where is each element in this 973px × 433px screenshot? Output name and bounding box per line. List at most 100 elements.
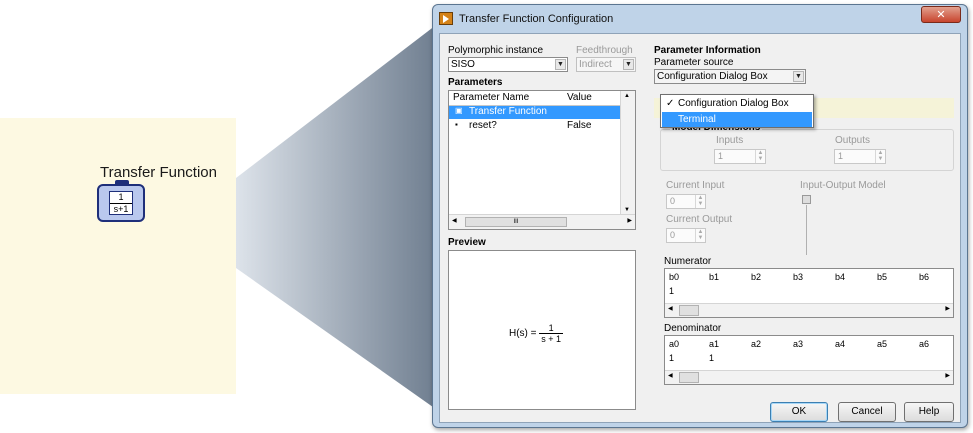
option-label: Configuration Dialog Box — [678, 98, 789, 109]
dialog-titlebar[interactable]: Transfer Function Configuration ✕ — [433, 5, 967, 33]
current-output-spinner: 0 ▲ ▼ — [666, 228, 706, 243]
numerator-scrollbar[interactable]: ◀ ▶ — [665, 303, 953, 317]
parameters-heading: Parameters — [448, 77, 503, 88]
outputs-label: Outputs — [835, 135, 871, 146]
spin-arrows-icon: ▲ ▼ — [875, 150, 885, 163]
node-label: Transfer Function — [100, 164, 217, 181]
transfer-function-equation: H(s) = 1 s + 1 — [509, 323, 564, 344]
block-diagram-panel — [0, 118, 236, 394]
polymorphic-value: SISO — [451, 59, 475, 70]
denominator-scrollbar[interactable]: ◀ ▶ — [665, 370, 953, 384]
polymorphic-select[interactable]: SISO ▼ — [448, 57, 568, 72]
denominator-header: a0 — [669, 339, 680, 349]
dropdown-option-config-dialog[interactable]: ✓ Configuration Dialog Box — [662, 96, 812, 111]
parameters-header: Parameter Name Value — [449, 91, 621, 106]
close-button[interactable]: ✕ — [921, 6, 961, 23]
current-input-spinner: 0 ▲ ▼ — [666, 194, 706, 209]
param-value: False — [567, 120, 592, 131]
numerator-header: b2 — [751, 272, 762, 282]
scroll-left-icon: ◀ — [668, 373, 673, 379]
node-numerator: 1 — [118, 192, 124, 202]
current-input-label: Current Input — [666, 180, 725, 191]
config-dialog: Transfer Function Configuration ✕ Polymo… — [432, 4, 968, 428]
spin-arrows-icon: ▲ ▼ — [755, 150, 765, 163]
scroll-left-icon: ◀ — [668, 306, 673, 312]
horizontal-scrollbar[interactable]: ◀ III ▶ — [449, 214, 635, 229]
current-input-value: 0 — [670, 196, 676, 206]
table-row[interactable]: ▪ reset? False — [449, 120, 621, 133]
scroll-right-icon: ▶ — [627, 218, 632, 224]
node-terminal-tab — [115, 180, 129, 185]
column-header-value: Value — [567, 92, 592, 103]
chevron-down-icon: ▼ — [555, 59, 566, 70]
scroll-thumb[interactable] — [679, 372, 699, 383]
numerator-header: b4 — [835, 272, 846, 282]
denominator-header: a1 — [709, 339, 720, 349]
equation-fraction: 1 s + 1 — [539, 323, 564, 344]
equation-denominator: s + 1 — [539, 333, 564, 344]
current-output-value: 0 — [670, 230, 676, 240]
tree-node-icon: ▪ — [455, 120, 458, 129]
numerator-header: b5 — [877, 272, 888, 282]
parameters-table[interactable]: Parameter Name Value ▣ Transfer Function… — [448, 90, 636, 230]
denominator-value[interactable]: 1 — [669, 352, 674, 364]
parameter-source-select[interactable]: Configuration Dialog Box ▼ — [654, 69, 806, 84]
table-row[interactable]: ▣ Transfer Function — [449, 106, 621, 119]
spin-arrows-icon: ▲ ▼ — [695, 229, 705, 242]
chevron-down-icon: ▼ — [623, 59, 634, 70]
numerator-value[interactable]: 1 — [669, 285, 674, 297]
denominator-header: a6 — [919, 339, 930, 349]
tree-node-icon: ▣ — [455, 106, 463, 115]
inputs-value: 1 — [718, 151, 724, 161]
check-icon: ✓ — [666, 98, 675, 109]
denominator-header: a5 — [877, 339, 888, 349]
dialog-body: Polymorphic instance SISO ▼ Feedthrough … — [439, 33, 961, 423]
feedthrough-select: Indirect ▼ — [576, 57, 636, 72]
denominator-value[interactable]: 1 — [709, 352, 714, 364]
cancel-button[interactable]: Cancel — [838, 402, 896, 422]
denominator-table[interactable]: a0 a1 a2 a3 a4 a5 a6 1 1 ◀ ▶ — [664, 335, 954, 385]
help-button[interactable]: Help — [904, 402, 954, 422]
column-header-name: Parameter Name — [453, 92, 530, 103]
denominator-header: a2 — [751, 339, 762, 349]
model-dimensions-group — [660, 129, 954, 171]
denominator-label: Denominator — [664, 323, 722, 334]
numerator-table[interactable]: b0 b1 b2 b3 b4 b5 b6 1 ◀ ▶ — [664, 268, 954, 318]
numerator-header: b3 — [793, 272, 804, 282]
param-name: Transfer Function — [469, 106, 547, 117]
scroll-left-icon: ◀ — [452, 218, 457, 224]
scroll-thumb[interactable] — [679, 305, 699, 316]
node-denominator: s+1 — [110, 203, 132, 215]
scroll-down-icon: ▼ — [624, 207, 630, 213]
numerator-label: Numerator — [664, 256, 712, 267]
option-label: Terminal — [678, 114, 716, 125]
polymorphic-label: Polymorphic instance — [448, 45, 544, 56]
chevron-down-icon: ▼ — [793, 71, 804, 82]
feedthrough-value: Indirect — [579, 59, 612, 70]
scroll-up-icon: ▲ — [624, 93, 630, 99]
denominator-header: a4 — [835, 339, 846, 349]
node-fraction: 1 s+1 — [109, 191, 133, 215]
io-model-indicator-icon — [802, 195, 811, 204]
scroll-thumb[interactable]: III — [465, 217, 567, 227]
numerator-header: b0 — [669, 272, 680, 282]
parameter-source-dropdown[interactable]: ✓ Configuration Dialog Box Terminal — [660, 94, 814, 128]
preview-heading: Preview — [448, 237, 486, 248]
denominator-header: a3 — [793, 339, 804, 349]
inputs-label: Inputs — [716, 135, 744, 146]
current-output-label: Current Output — [666, 214, 733, 225]
dialog-title: Transfer Function Configuration — [459, 13, 614, 25]
scroll-right-icon: ▶ — [945, 373, 950, 379]
equation-lhs: H(s) = — [509, 328, 540, 340]
numerator-header: b1 — [709, 272, 720, 282]
ok-button[interactable]: OK — [770, 402, 828, 422]
divider — [806, 205, 807, 255]
param-name: reset? — [469, 120, 497, 131]
io-model-label: Input-Output Model — [800, 180, 886, 191]
outputs-spinner: 1 ▲ ▼ — [834, 149, 886, 164]
spin-arrows-icon: ▲ ▼ — [695, 195, 705, 208]
transfer-function-node-icon[interactable]: 1 s+1 — [97, 180, 145, 222]
dropdown-option-terminal[interactable]: Terminal — [662, 112, 812, 127]
vertical-scrollbar[interactable]: ▲ ▼ — [620, 91, 635, 215]
outputs-value: 1 — [838, 151, 844, 161]
